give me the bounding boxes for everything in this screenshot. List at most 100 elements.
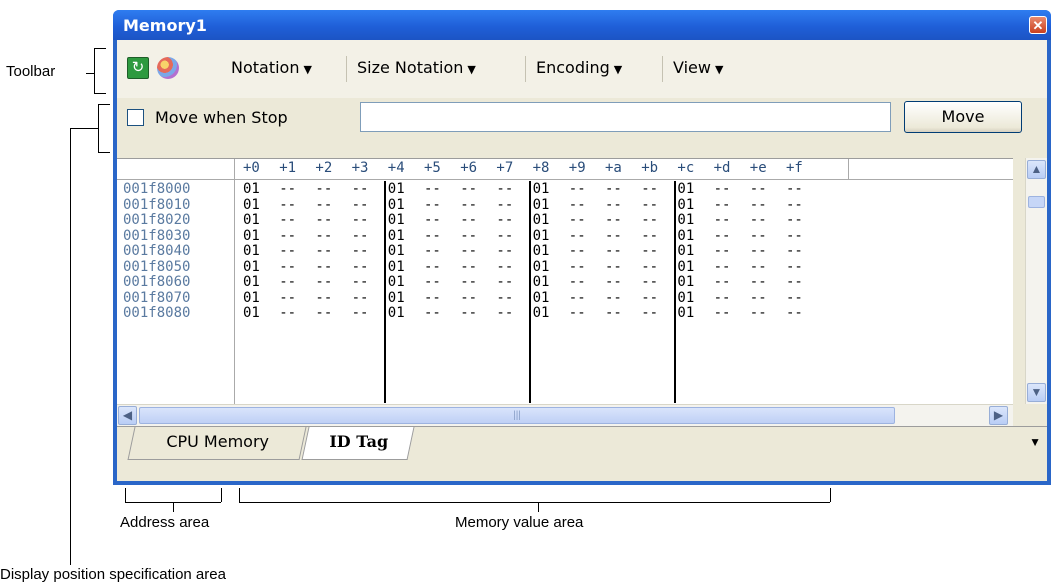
memory-value-cell[interactable]: -- [714,274,731,290]
memory-value-cell[interactable]: -- [496,259,513,275]
memory-value-cell[interactable]: 01 [388,197,405,213]
memory-value-cell[interactable]: 01 [533,305,550,321]
memory-value-cell[interactable]: -- [750,274,767,290]
memory-value-cell[interactable]: 01 [388,181,405,197]
memory-value-cell[interactable]: -- [714,228,731,244]
scroll-down-icon[interactable]: ▼ [1027,383,1046,402]
memory-value-cell[interactable]: -- [496,274,513,290]
memory-value-cell[interactable]: -- [641,305,658,321]
memory-value-cell[interactable]: 01 [243,305,260,321]
memory-value-cell[interactable]: 01 [677,228,694,244]
memory-value-cell[interactable]: -- [750,259,767,275]
memory-value-cell[interactable]: -- [786,181,803,197]
memory-value-cell[interactable]: -- [424,212,441,228]
memory-value-cell[interactable]: -- [569,290,586,306]
memory-value-cell[interactable]: -- [786,228,803,244]
refresh-icon[interactable]: ↻ [127,57,149,79]
memory-value-cell[interactable]: 01 [243,243,260,259]
vertical-scroll-thumb[interactable] [1028,196,1045,208]
memory-value-cell[interactable]: -- [641,290,658,306]
table-row[interactable]: 001f8050 01 -- -- -- 01 -- -- -- 01 -- -- -- 01 -- -- -- [117,259,1013,275]
memory-value-cell[interactable]: 01 [388,259,405,275]
memory-value-cell[interactable]: -- [460,259,477,275]
memory-value-cell[interactable]: -- [460,197,477,213]
memory-value-cell[interactable]: -- [750,181,767,197]
memory-value-cell[interactable]: -- [279,228,296,244]
memory-value-cell[interactable]: -- [786,274,803,290]
memory-value-cell[interactable]: -- [714,259,731,275]
memory-value-cell[interactable]: 01 [533,228,550,244]
move-button[interactable]: Move [904,101,1022,133]
memory-value-cell[interactable]: 01 [243,197,260,213]
memory-value-cell[interactable]: -- [315,228,332,244]
memory-value-cell[interactable]: -- [714,305,731,321]
memory-value-cell[interactable]: -- [496,305,513,321]
memory-value-cell[interactable]: -- [750,305,767,321]
memory-value-cell[interactable]: -- [460,181,477,197]
memory-value-cell[interactable]: -- [569,228,586,244]
memory-value-cell[interactable]: -- [641,212,658,228]
memory-value-cell[interactable]: -- [460,305,477,321]
memory-value-cell[interactable]: 01 [388,212,405,228]
memory-value-cell[interactable]: 01 [677,243,694,259]
memory-value-cell[interactable]: -- [786,243,803,259]
view-menu[interactable]: View ▼ [673,58,723,77]
memory-value-cell[interactable]: -- [605,305,622,321]
memory-value-cell[interactable]: -- [315,290,332,306]
memory-value-cell[interactable]: -- [786,212,803,228]
memory-value-cell[interactable]: -- [424,274,441,290]
memory-value-cell[interactable]: -- [279,259,296,275]
memory-value-cell[interactable]: -- [424,259,441,275]
memory-value-cell[interactable]: 01 [533,197,550,213]
memory-value-cell[interactable]: -- [641,228,658,244]
memory-value-cell[interactable]: 01 [677,305,694,321]
memory-value-cell[interactable]: 01 [533,212,550,228]
memory-value-cell[interactable]: -- [605,228,622,244]
memory-value-cell[interactable]: 01 [533,259,550,275]
memory-value-cell[interactable]: -- [786,305,803,321]
memory-value-cell[interactable]: -- [496,212,513,228]
memory-value-cell[interactable]: -- [315,181,332,197]
memory-value-cell[interactable]: -- [714,197,731,213]
table-row[interactable]: 001f8070 01 -- -- -- 01 -- -- -- 01 -- -- -- 01 -- -- -- [117,290,1013,306]
memory-value-cell[interactable]: -- [315,212,332,228]
memory-value-cell[interactable]: -- [569,259,586,275]
memory-value-cell[interactable]: -- [496,290,513,306]
memory-value-cell[interactable]: -- [605,212,622,228]
memory-value-cell[interactable]: -- [605,259,622,275]
horizontal-scrollbar[interactable]: ◀ ||| ▶ [117,404,1013,427]
memory-value-cell[interactable]: 01 [677,259,694,275]
table-row[interactable]: 001f8060 01 -- -- -- 01 -- -- -- 01 -- -- -- 01 -- -- -- [117,274,1013,290]
tab-cpu-memory[interactable]: CPU Memory [127,427,307,460]
memory-value-cell[interactable]: 01 [243,290,260,306]
memory-value-cell[interactable]: -- [424,197,441,213]
memory-value-cell[interactable]: -- [352,228,369,244]
memory-value-cell[interactable]: -- [569,181,586,197]
scroll-right-icon[interactable]: ▶ [989,406,1008,425]
memory-value-cell[interactable]: -- [750,228,767,244]
memory-value-cell[interactable]: -- [641,259,658,275]
memory-value-cell[interactable]: -- [352,197,369,213]
horizontal-scroll-thumb[interactable]: ||| [139,407,895,424]
memory-value-cell[interactable]: -- [460,290,477,306]
scroll-left-icon[interactable]: ◀ [118,406,137,425]
memory-value-cell[interactable]: 01 [533,274,550,290]
memory-value-cell[interactable]: -- [569,197,586,213]
table-row[interactable]: 001f8000 01 -- -- -- 01 -- -- -- 01 -- -- -- 01 -- -- -- [117,181,1013,197]
memory-value-cell[interactable]: 01 [388,228,405,244]
memory-value-cell[interactable]: 01 [677,274,694,290]
memory-value-cell[interactable]: 01 [388,274,405,290]
table-row[interactable]: 001f8040 01 -- -- -- 01 -- -- -- 01 -- -- -- 01 -- -- -- [117,243,1013,259]
memory-value-cell[interactable]: -- [279,243,296,259]
memory-value-cell[interactable]: -- [641,197,658,213]
memory-value-cell[interactable]: -- [714,243,731,259]
tab-id-tag[interactable]: ID Tag [301,427,415,460]
memory-value-cell[interactable]: -- [279,305,296,321]
memory-value-cell[interactable]: 01 [677,197,694,213]
memory-value-cell[interactable]: -- [352,305,369,321]
memory-value-cell[interactable]: -- [315,305,332,321]
memory-value-cell[interactable]: -- [714,212,731,228]
memory-value-cell[interactable]: -- [315,243,332,259]
move-when-stop-label[interactable]: Move when Stop [155,108,288,127]
memory-value-cell[interactable]: -- [315,274,332,290]
